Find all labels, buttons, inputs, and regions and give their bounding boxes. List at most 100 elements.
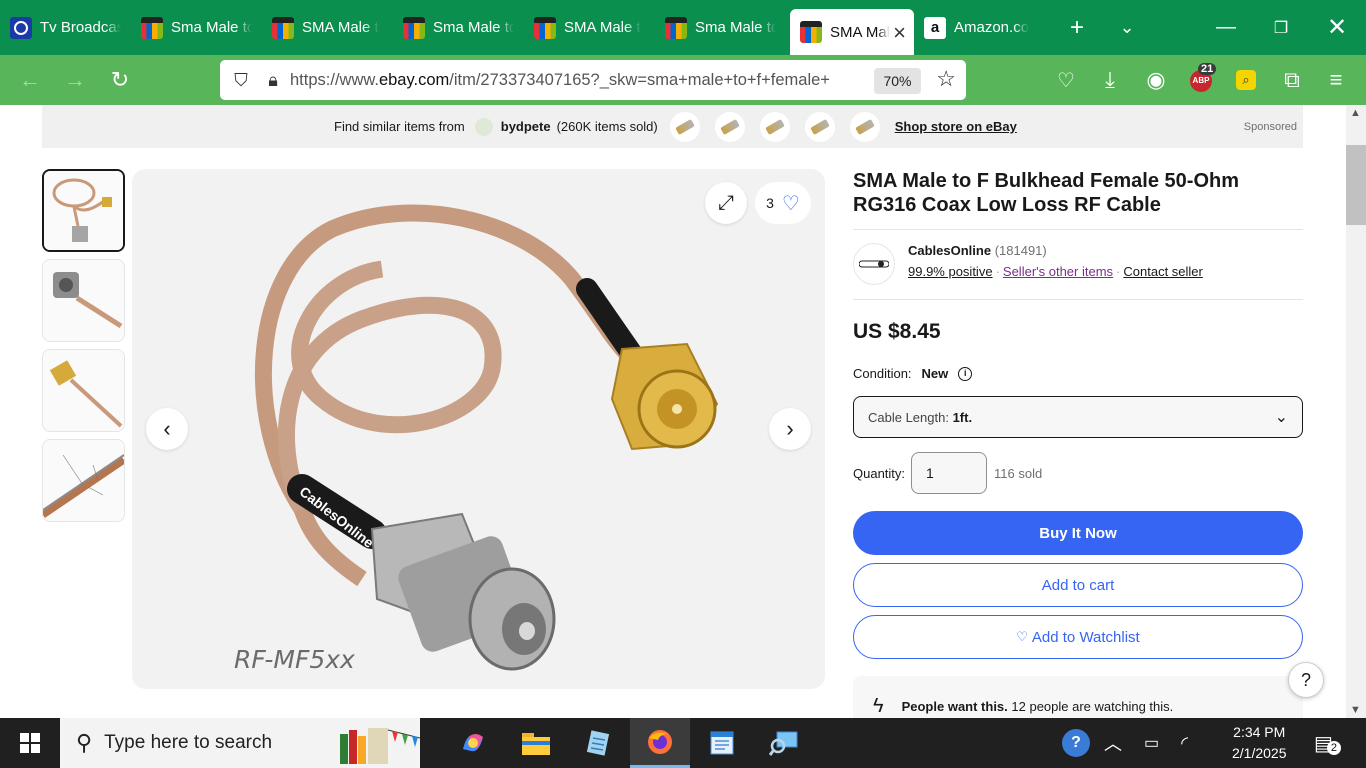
wifi-icon[interactable]: ◜	[1181, 733, 1188, 754]
close-tab-icon[interactable]: ×	[893, 20, 906, 46]
next-image-button[interactable]: ›	[769, 408, 811, 450]
promo-seller-name[interactable]: bydpete	[501, 119, 551, 134]
file-explorer-taskbar-icon[interactable]	[506, 718, 566, 768]
thumbnail-3[interactable]	[42, 349, 125, 432]
list-tabs-chevron-icon[interactable]: ⌄	[1102, 0, 1152, 55]
product-title: SMA Male to F Bulkhead Female 50-Ohm RG3…	[853, 170, 1240, 216]
bookmark-star-icon[interactable]: ☆	[936, 66, 956, 92]
tab-tv-broadcast[interactable]: Tv Broadcas	[0, 0, 131, 55]
scroll-down-icon[interactable]: ▼	[1350, 704, 1361, 716]
condition-row: Condition: New i	[853, 366, 1303, 381]
seller-feedback-count: (181491)	[994, 243, 1047, 258]
add-to-cart-button[interactable]: Add to cart	[853, 563, 1303, 607]
back-arrow-icon[interactable]: ←	[8, 55, 52, 105]
add-to-watchlist-label: Add to Watchlist	[1031, 628, 1140, 646]
minimize-button[interactable]: —	[1198, 0, 1254, 55]
address-bar[interactable]: ⛉ 🔒︎ https://www.ebay.com/itm/2733734071…	[220, 60, 966, 100]
contact-seller-link[interactable]: Contact seller	[1123, 264, 1202, 279]
start-button[interactable]	[0, 718, 60, 768]
zoom-level[interactable]: 70%	[874, 68, 921, 94]
seller-info: CablesOnline (181491) 99.9% positive · Sel…	[853, 243, 1303, 287]
help-tray-icon[interactable]: ?	[1062, 729, 1090, 757]
info-icon[interactable]: i	[958, 366, 973, 381]
promo-thumb[interactable]	[759, 111, 790, 142]
chevron-up-icon[interactable]: ︿	[1104, 730, 1122, 756]
buy-it-now-button[interactable]: Buy It Now	[853, 511, 1303, 555]
promo-thumb[interactable]	[669, 111, 700, 142]
close-window-button[interactable]: ✕	[1309, 0, 1365, 55]
promo-thumb[interactable]	[849, 111, 880, 142]
condition-label: Condition:	[853, 366, 912, 381]
account-icon[interactable]: ◉	[1134, 55, 1178, 105]
restore-button[interactable]: ❐	[1253, 0, 1309, 55]
expand-icon: ⤢	[718, 191, 734, 214]
tab-ebay-4[interactable]: SMA Male t	[524, 0, 655, 55]
watch-count-button[interactable]: 3 ♡	[755, 182, 811, 224]
tab-label: SMA Male t	[564, 19, 641, 36]
tab-ebay-1[interactable]: Sma Male to	[131, 0, 262, 55]
promo-thumb[interactable]	[714, 111, 745, 142]
watch-count: 3	[766, 195, 774, 211]
amazon-icon: a	[924, 16, 946, 39]
shop-store-link[interactable]: Shop store on eBay	[895, 119, 1017, 134]
battery-icon[interactable]: ▭	[1144, 733, 1159, 753]
windows-logo-icon	[20, 733, 40, 753]
reload-icon[interactable]: ↻	[98, 55, 142, 105]
main-product-image[interactable]: CablesOnline RF-MF5xx ⤢ 3 ♡ ‹ ›	[132, 169, 825, 689]
buy-box: SMA Male to F Bulkhead Female 50-Ohm RG3…	[853, 169, 1303, 718]
wordpad-taskbar-icon[interactable]	[692, 718, 752, 768]
adblock-count-badge: 21	[1198, 63, 1217, 75]
help-button[interactable]: ?	[1288, 662, 1324, 698]
scrollbar-thumb[interactable]	[1346, 145, 1366, 225]
previous-image-button[interactable]: ‹	[146, 408, 188, 450]
notepad-taskbar-icon[interactable]	[568, 718, 628, 768]
condition-value: New	[921, 366, 949, 381]
scroll-up-icon[interactable]: ▲	[1350, 107, 1361, 119]
add-to-watchlist-button[interactable]: ♡ Add to Watchlist	[853, 615, 1303, 659]
new-tab-button[interactable]: +	[1052, 0, 1102, 55]
shield-icon[interactable]: ⛉	[222, 70, 260, 91]
ebay-icon	[141, 16, 163, 39]
clock-time: 2:34 PM	[1233, 724, 1286, 740]
menu-hamburger-icon[interactable]: ≡	[1314, 55, 1358, 105]
quantity-label: Quantity:	[853, 465, 906, 481]
taskbar-search[interactable]: ⚲ Type here to search	[60, 718, 420, 768]
chevron-right-icon: ›	[786, 416, 794, 441]
copilot-taskbar-icon[interactable]	[443, 718, 503, 768]
tab-ebay-3[interactable]: Sma Male to	[393, 0, 524, 55]
firefox-taskbar-icon[interactable]	[630, 718, 690, 768]
taskbar-clock[interactable]: 2:34 PM 2/1/2025	[1232, 722, 1287, 764]
page-scrollbar[interactable]: ▲ ▼	[1346, 105, 1366, 718]
downloads-icon[interactable]: ⤓	[1088, 55, 1132, 105]
notification-center[interactable]: ▤ 2	[1314, 718, 1341, 768]
tab-label: Sma Male to	[695, 19, 776, 36]
cable-length-select[interactable]: Cable Length: 1ft. ⌄	[853, 396, 1303, 438]
chevron-down-icon: ⌄	[1274, 409, 1288, 426]
seller-name[interactable]: CablesOnline	[908, 243, 991, 258]
seller-avatar[interactable]	[853, 243, 895, 285]
tab-ebay-active[interactable]: SMA Mal ×	[790, 9, 914, 55]
forward-arrow-icon[interactable]: →	[53, 55, 97, 105]
tab-ebay-2[interactable]: SMA Male t	[262, 0, 393, 55]
positive-feedback-link[interactable]: 99.9% positive	[908, 264, 993, 279]
promo-thumb[interactable]	[804, 111, 835, 142]
lock-icon[interactable]: 🔒︎	[260, 70, 286, 91]
remote-desktop-taskbar-icon[interactable]	[754, 718, 814, 768]
tab-amazon[interactable]: a Amazon.co	[914, 0, 1050, 55]
seller-other-items-link[interactable]: Seller's other items	[1003, 264, 1113, 279]
pocket-icon[interactable]: ♡	[1044, 55, 1088, 105]
divider	[853, 299, 1303, 300]
thumbnail-1[interactable]	[42, 169, 125, 252]
tab-ebay-5[interactable]: Sma Male to	[655, 0, 786, 55]
thumbnail-2[interactable]	[42, 259, 125, 342]
url-text[interactable]: https://www.ebay.com/itm/273373407165?_s…	[290, 71, 860, 90]
thumbnail-column	[42, 169, 125, 529]
quantity-input[interactable]: 1	[911, 452, 988, 494]
extensions-icon[interactable]: ⧉	[1270, 55, 1314, 105]
search-extension-icon[interactable]: ⌕	[1236, 70, 1256, 90]
thumbnail-4[interactable]	[42, 439, 125, 522]
system-tray: ? ︿ ▭ ◜	[1062, 718, 1188, 768]
price: US $8.45	[853, 320, 941, 343]
expand-image-button[interactable]: ⤢	[705, 182, 747, 224]
sold-count: 116 sold	[994, 465, 1043, 481]
